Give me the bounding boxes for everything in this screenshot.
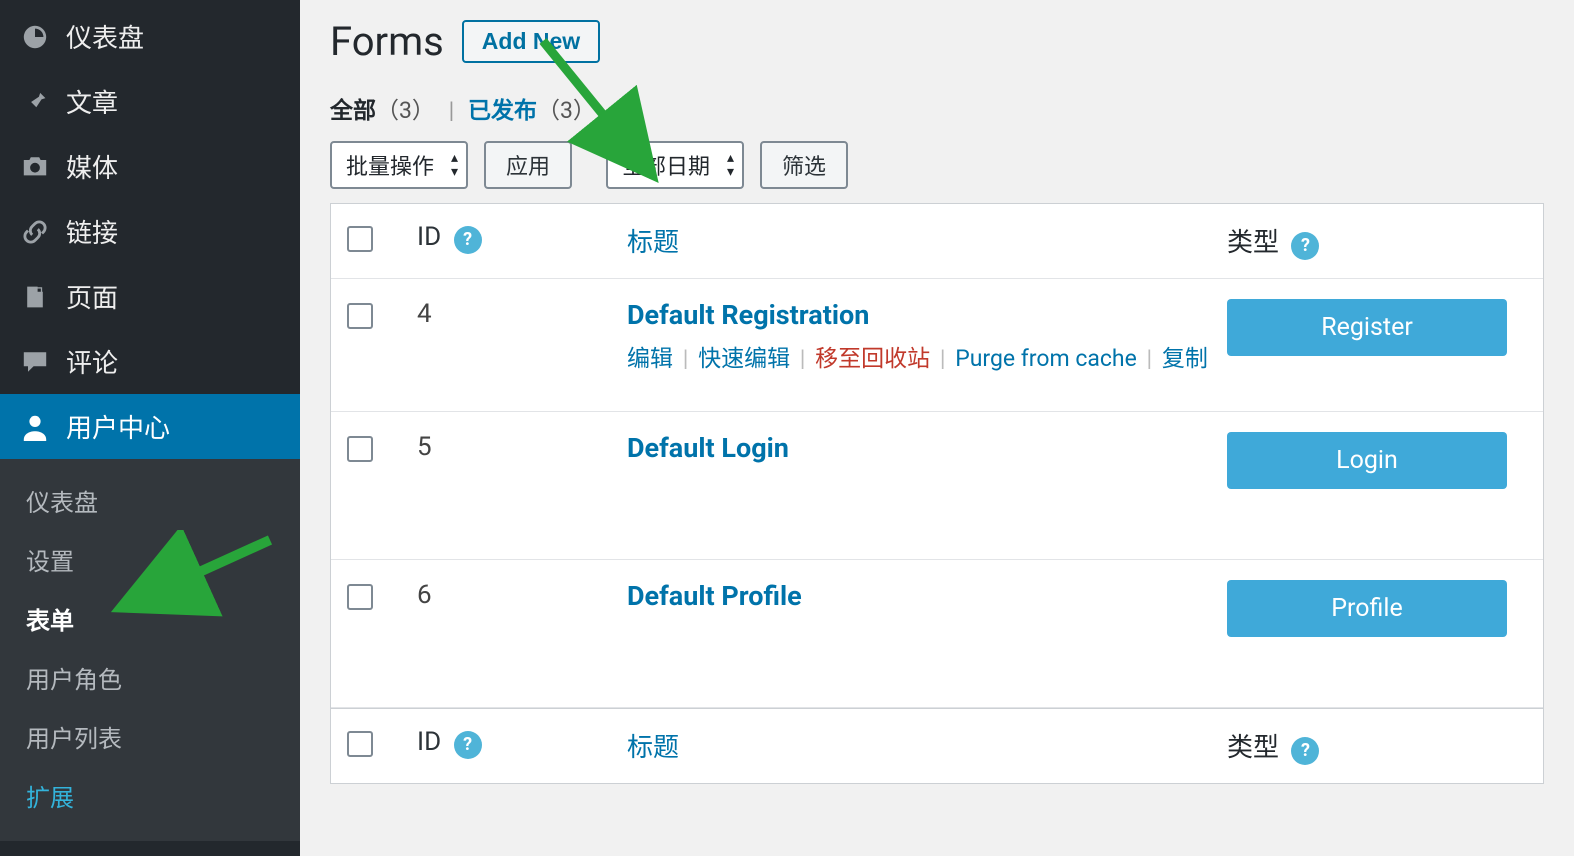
action-quick-edit[interactable]: 快速编辑 [698, 345, 790, 372]
action-trash[interactable]: 移至回收站 [815, 345, 930, 372]
add-new-button[interactable]: Add New [462, 20, 600, 63]
column-id[interactable]: ID [417, 727, 441, 757]
page-title: Forms [330, 18, 444, 65]
type-badge[interactable]: Login [1227, 432, 1507, 489]
row-actions: 编辑 | 快速编辑 | 移至回收站 | Purge from cache | 复… [627, 341, 1227, 378]
sidebar-item-links[interactable]: 链接 [0, 199, 300, 264]
chevron-updown-icon: ▴▾ [451, 151, 458, 179]
column-id[interactable]: ID [417, 222, 441, 252]
submenu-item-dashboard[interactable]: 仪表盘 [0, 471, 300, 530]
submenu-item-user-roles[interactable]: 用户角色 [0, 648, 300, 707]
help-icon[interactable]: ? [454, 226, 482, 254]
column-title[interactable]: 标题 [627, 733, 679, 763]
sidebar-item-comments[interactable]: 评论 [0, 329, 300, 394]
row-title-link[interactable]: Default Login [627, 432, 789, 464]
row-checkbox[interactable] [347, 303, 373, 329]
column-title[interactable]: 标题 [627, 228, 679, 258]
dates-select[interactable]: 全部日期 ▴▾ [606, 141, 744, 189]
action-purge[interactable]: Purge from cache [955, 345, 1137, 372]
sidebar-item-label: 评论 [66, 343, 118, 380]
table-row: 6 Default Profile Profile [331, 560, 1543, 708]
table-header-row: ID ? 标题 类型 ? [331, 204, 1543, 279]
filter-all-label[interactable]: 全部 [330, 97, 376, 124]
camera-icon [20, 152, 50, 182]
main-content: Forms Add New 全部（3） | 已发布（3） 批量操作 ▴▾ 应用 … [300, 0, 1574, 856]
filter-published-count: （3） [537, 97, 596, 124]
submenu-item-user-list[interactable]: 用户列表 [0, 707, 300, 766]
type-badge[interactable]: Register [1227, 299, 1507, 356]
apply-button[interactable]: 应用 [484, 141, 572, 189]
sidebar-item-label: 仪表盘 [66, 18, 144, 55]
separator: | [441, 97, 463, 124]
filter-links: 全部（3） | 已发布（3） [330, 87, 1544, 141]
sidebar-item-media[interactable]: 媒体 [0, 134, 300, 199]
row-id: 5 [417, 432, 627, 462]
submenu-item-settings[interactable]: 设置 [0, 530, 300, 589]
link-icon [20, 217, 50, 247]
sidebar-item-posts[interactable]: 文章 [0, 69, 300, 134]
sidebar-item-label: 用户中心 [66, 408, 170, 445]
bulk-actions-label: 批量操作 [346, 155, 434, 180]
filter-all-count: （3） [376, 97, 435, 124]
filter-published-label[interactable]: 已发布 [468, 97, 537, 124]
action-copy[interactable]: 复制 [1162, 345, 1208, 372]
tablenav: 批量操作 ▴▾ 应用 全部日期 ▴▾ 筛选 [330, 141, 1544, 203]
sidebar-item-pages[interactable]: 页面 [0, 264, 300, 329]
sidebar-item-label: 媒体 [66, 148, 118, 185]
type-badge[interactable]: Profile [1227, 580, 1507, 637]
sidebar-item-user-center[interactable]: 用户中心 [0, 394, 300, 459]
select-all-checkbox[interactable] [347, 226, 373, 252]
table-row: 5 Default Login Login [331, 412, 1543, 560]
bulk-actions-select[interactable]: 批量操作 ▴▾ [330, 141, 468, 189]
column-type: 类型 [1227, 733, 1279, 763]
chevron-updown-icon: ▴▾ [727, 151, 734, 179]
admin-sidebar: 仪表盘 文章 媒体 链接 页面 评论 用户中心 仪表盘 [0, 0, 300, 856]
row-id: 4 [417, 299, 627, 329]
page-icon [20, 282, 50, 312]
row-title-link[interactable]: Default Registration [627, 299, 869, 331]
select-all-checkbox[interactable] [347, 731, 373, 757]
submenu-item-forms[interactable]: 表单 [0, 589, 300, 648]
action-edit[interactable]: 编辑 [627, 345, 673, 372]
sidebar-item-label: 链接 [66, 213, 118, 250]
help-icon[interactable]: ? [1291, 232, 1319, 260]
table-row: 4 Default Registration 编辑 | 快速编辑 | 移至回收站… [331, 279, 1543, 413]
page-header: Forms Add New [330, 12, 1544, 87]
row-checkbox[interactable] [347, 584, 373, 610]
sidebar-item-dashboard[interactable]: 仪表盘 [0, 4, 300, 69]
row-id: 6 [417, 580, 627, 610]
sidebar-item-label: 页面 [66, 278, 118, 315]
help-icon[interactable]: ? [1291, 737, 1319, 765]
sidebar-item-label: 文章 [66, 83, 118, 120]
sidebar-submenu: 仪表盘 设置 表单 用户角色 用户列表 扩展 [0, 459, 300, 841]
filter-button[interactable]: 筛选 [760, 141, 848, 189]
dashboard-icon [20, 22, 50, 52]
table-footer-row: ID ? 标题 类型 ? [331, 708, 1543, 783]
dates-label: 全部日期 [622, 155, 710, 180]
user-icon [20, 412, 50, 442]
comment-icon [20, 347, 50, 377]
help-icon[interactable]: ? [454, 731, 482, 759]
column-type: 类型 [1227, 228, 1279, 258]
row-title-link[interactable]: Default Profile [627, 580, 802, 612]
forms-table: ID ? 标题 类型 ? 4 Default Registration 编辑 |… [330, 203, 1544, 784]
row-checkbox[interactable] [347, 436, 373, 462]
pin-icon [20, 87, 50, 117]
submenu-item-extensions[interactable]: 扩展 [0, 766, 300, 825]
